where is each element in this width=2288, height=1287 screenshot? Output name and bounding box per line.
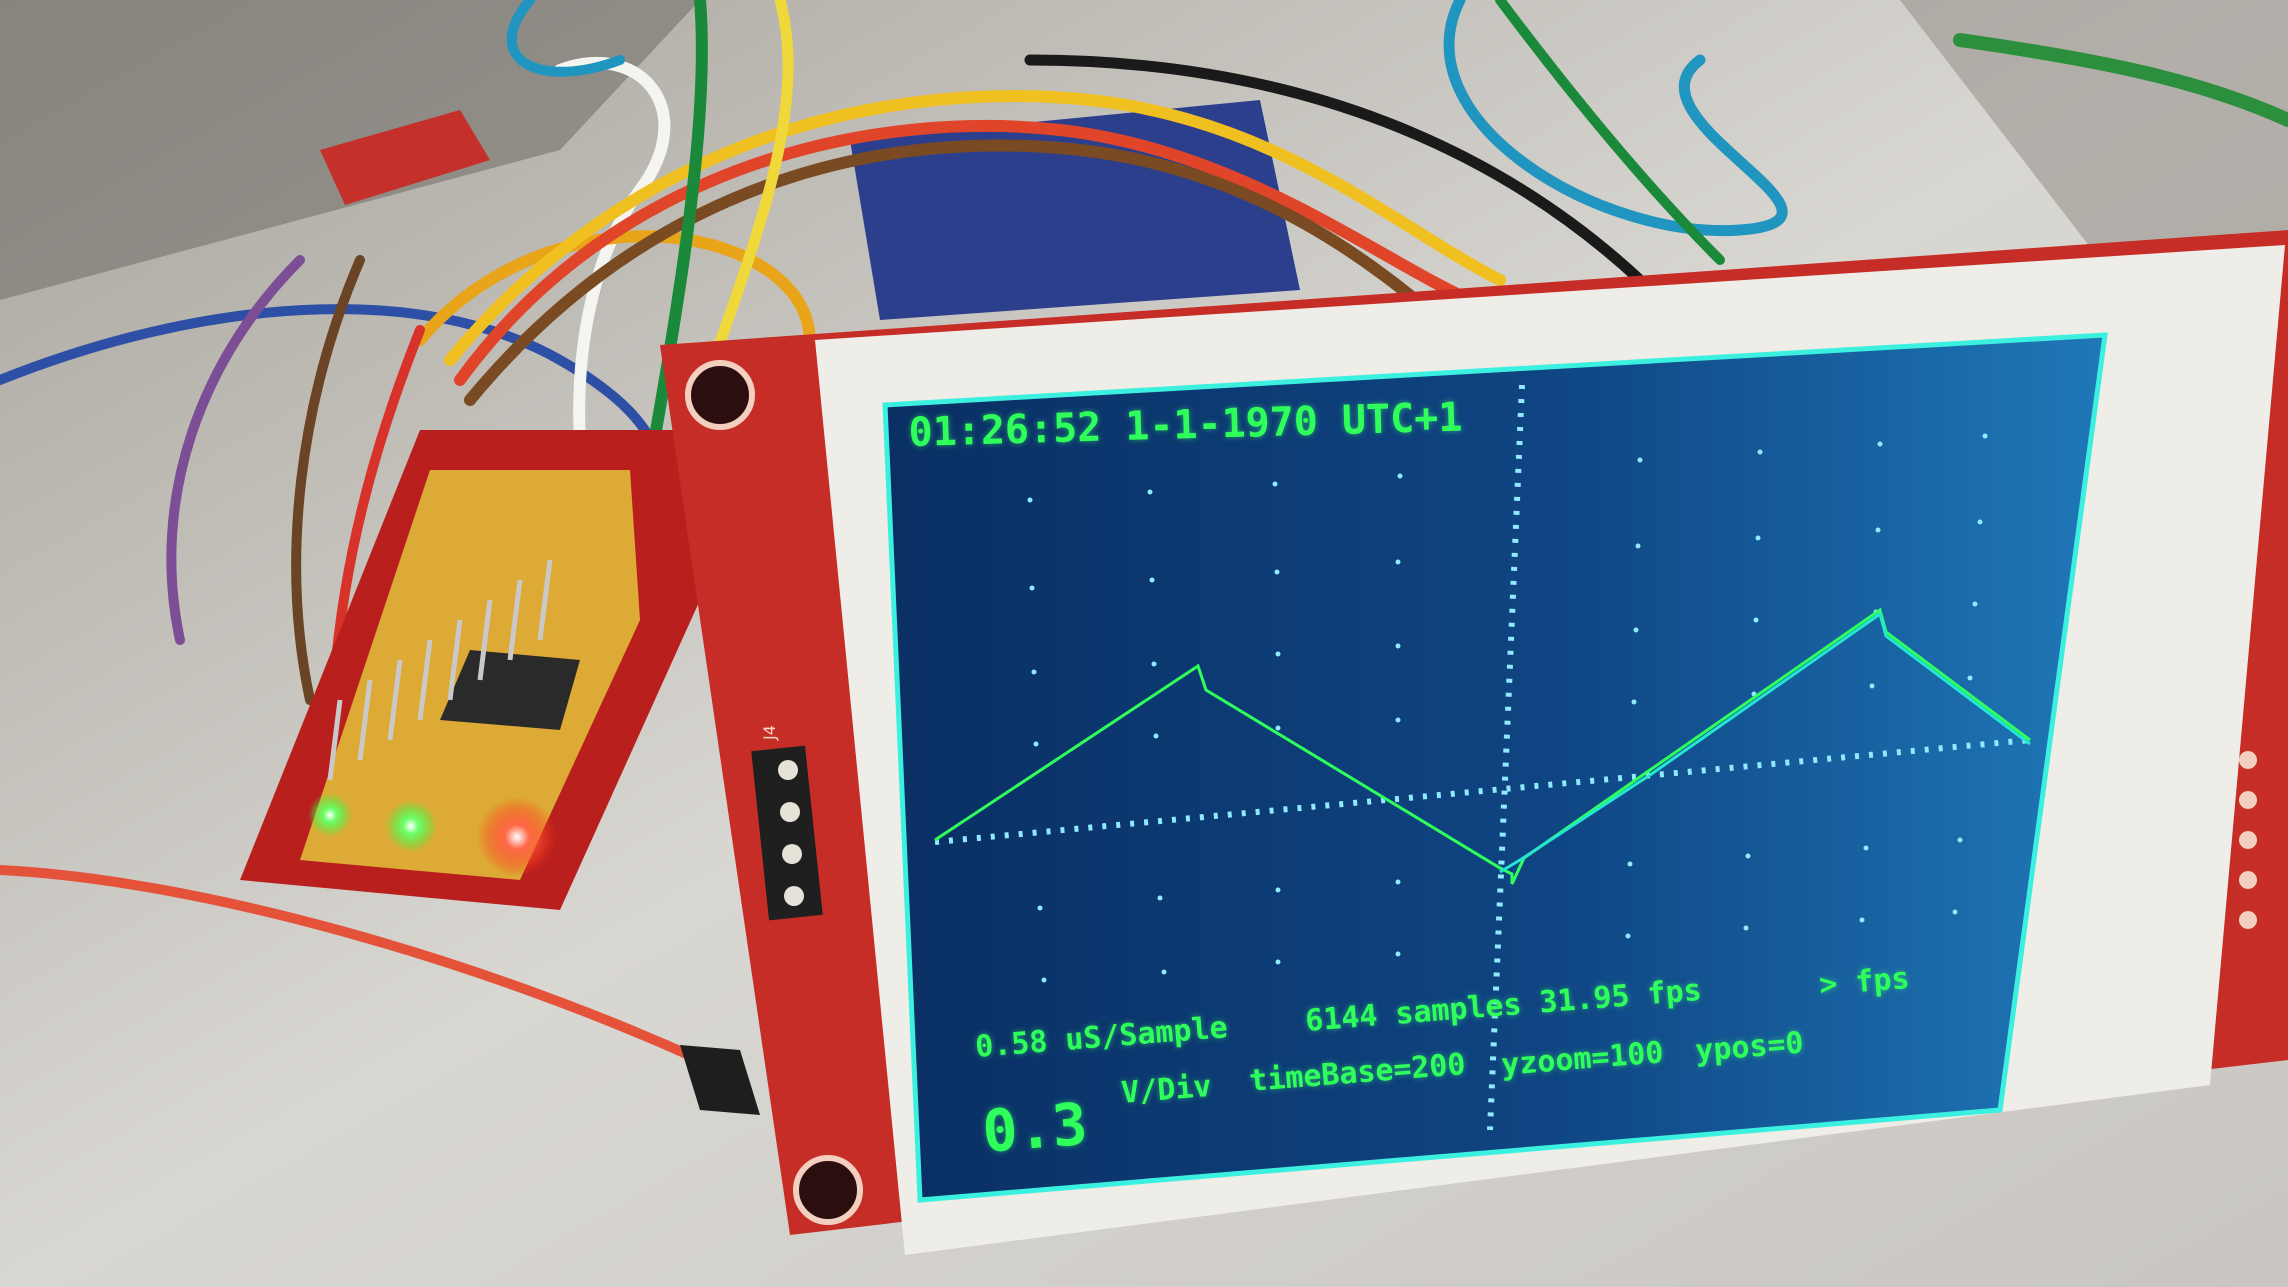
- red-led: [477, 797, 557, 877]
- volts-per-div-value: 0.3: [980, 1089, 1090, 1166]
- mount-hole-bottom: [793, 1155, 863, 1225]
- green-led-1: [385, 800, 437, 852]
- volts-per-div-unit: V/Div: [1120, 1068, 1213, 1111]
- connector-label: J4: [760, 725, 779, 740]
- mount-hole-top: [685, 360, 755, 430]
- green-led-2: [308, 793, 352, 837]
- lcd-screen: [882, 332, 2108, 1203]
- fps-marker: > fps: [1818, 960, 1911, 1003]
